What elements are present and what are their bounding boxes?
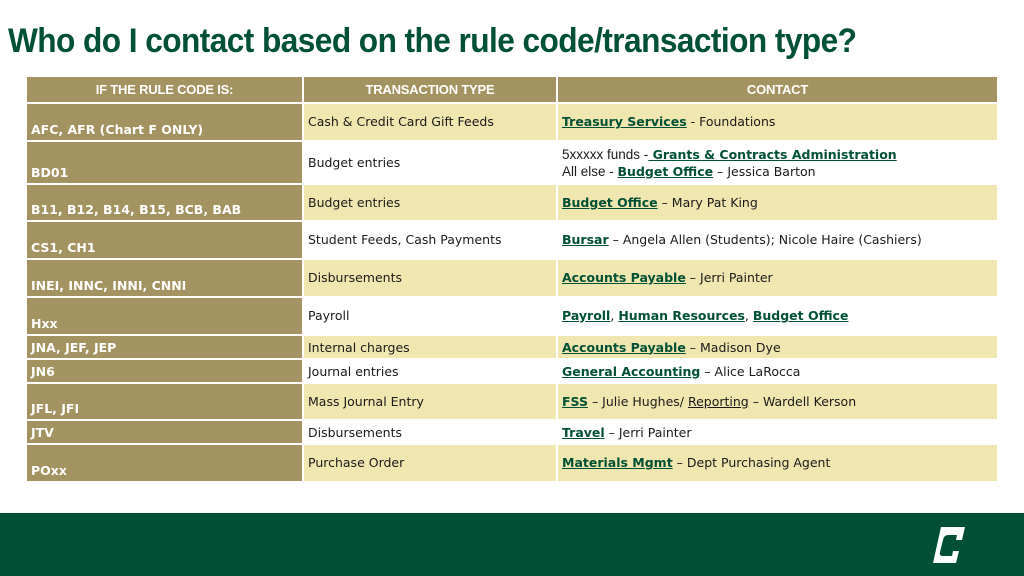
transaction-type-cell: Journal entries xyxy=(304,360,558,384)
contact-line-1: 5xxxxx funds - Grants & Contracts Admini… xyxy=(562,146,993,163)
human-resources-link[interactable]: Human Resources xyxy=(618,308,745,323)
contact-cell: 5xxxxx funds - Grants & Contracts Admini… xyxy=(558,142,997,185)
contact-detail: – Angela Allen (Students); Nicole Haire … xyxy=(608,232,922,247)
table-header-row: IF THE RULE CODE IS: TRANSACTION TYPE CO… xyxy=(27,77,997,104)
header-contact: CONTACT xyxy=(558,77,997,104)
contact-detail: – Alice LaRocca xyxy=(700,363,801,379)
table-row: JFL, JFI Mass Journal Entry FSS – Julie … xyxy=(27,384,997,421)
contact-detail: – Dept Purchasing Agent xyxy=(672,455,831,470)
contact-cell: Budget Office – Mary Pat King xyxy=(558,185,997,222)
contact-detail: – Madison Dye xyxy=(685,339,781,355)
transaction-type-cell: Internal charges xyxy=(304,336,558,360)
contact-prefix: 5xxxxx funds - xyxy=(562,146,649,162)
contact-cell: Accounts Payable – Madison Dye xyxy=(558,336,997,360)
rule-code-cell: INEI, INNC, INNI, CNNI xyxy=(27,260,304,298)
contact-cell: FSS – Julie Hughes/ Reporting – Wardell … xyxy=(558,384,997,421)
general-accounting-link[interactable]: General Accounting xyxy=(562,364,700,379)
contact-cell: Travel – Jerri Painter xyxy=(558,421,997,445)
slide-title: Who do I contact based on the rule code/… xyxy=(8,22,857,60)
table-row: BD01 Budget entries 5xxxxx funds - Grant… xyxy=(27,142,997,185)
contact-detail: – Jerri Painter xyxy=(685,270,773,285)
separator: , xyxy=(744,308,753,323)
contact-cell: General Accounting – Alice LaRocca xyxy=(558,360,997,384)
table-row: JNA, JEF, JEP Internal charges Accounts … xyxy=(27,336,997,360)
transaction-type-cell: Cash & Credit Card Gift Feeds xyxy=(304,104,558,142)
budget-office-link[interactable]: Budget Office xyxy=(753,308,849,323)
rule-code-cell: JTV xyxy=(27,421,304,445)
contact-cell: Materials Mgmt – Dept Purchasing Agent xyxy=(558,445,997,483)
contact-detail: - Foundations xyxy=(686,114,776,129)
transaction-type-cell: Student Feeds, Cash Payments xyxy=(304,222,558,260)
transaction-type-cell: Mass Journal Entry xyxy=(304,384,558,421)
header-rule-code: IF THE RULE CODE IS: xyxy=(27,77,304,104)
rule-code-cell: POxx xyxy=(27,445,304,483)
transaction-type-cell: Disbursements xyxy=(304,421,558,445)
table-row: AFC, AFR (Chart F ONLY) Cash & Credit Ca… xyxy=(27,104,997,142)
contact-detail: – Julie Hughes/ xyxy=(587,394,688,409)
fss-link[interactable]: FSS xyxy=(562,394,588,409)
contact-detail: – Jerri Painter xyxy=(604,424,692,440)
transaction-type-cell: Payroll xyxy=(304,298,558,336)
table-row: POxx Purchase Order Materials Mgmt – Dep… xyxy=(27,445,997,483)
rule-code-cell: JNA, JEF, JEP xyxy=(27,336,304,360)
table-row: INEI, INNC, INNI, CNNI Disbursements Acc… xyxy=(27,260,997,298)
unc-charlotte-c-logo-icon xyxy=(933,527,965,563)
accounts-payable-link[interactable]: Accounts Payable xyxy=(562,270,686,285)
rule-code-cell: CS1, CH1 xyxy=(27,222,304,260)
table-row: JTV Disbursements Travel – Jerri Painter xyxy=(27,421,997,445)
rule-code-cell: AFC, AFR (Chart F ONLY) xyxy=(27,104,304,142)
budget-office-link[interactable]: Budget Office xyxy=(562,195,658,210)
treasury-services-link[interactable]: Treasury Services xyxy=(562,114,687,129)
materials-mgmt-link[interactable]: Materials Mgmt xyxy=(562,455,673,470)
contact-detail: – Jessica Barton xyxy=(713,163,816,179)
table-row: B11, B12, B14, B15, BCB, BAB Budget entr… xyxy=(27,185,997,222)
reporting-link[interactable]: Reporting xyxy=(688,394,749,409)
contact-cell: Bursar – Angela Allen (Students); Nicole… xyxy=(558,222,997,260)
contact-prefix: All else - xyxy=(562,163,618,179)
contact-cell: Accounts Payable – Jerri Painter xyxy=(558,260,997,298)
footer-bar xyxy=(0,513,1024,576)
header-transaction-type: TRANSACTION TYPE xyxy=(304,77,558,104)
rule-code-cell: JN6 xyxy=(27,360,304,384)
bursar-link[interactable]: Bursar xyxy=(562,232,609,247)
travel-link[interactable]: Travel xyxy=(562,425,605,440)
contact-detail: – Mary Pat King xyxy=(657,195,758,210)
transaction-type-cell: Purchase Order xyxy=(304,445,558,483)
table-row: CS1, CH1 Student Feeds, Cash Payments Bu… xyxy=(27,222,997,260)
contact-cell: Payroll, Human Resources, Budget Office xyxy=(558,298,997,336)
table-row: Hxx Payroll Payroll, Human Resources, Bu… xyxy=(27,298,997,336)
accounts-payable-link[interactable]: Accounts Payable xyxy=(562,340,686,355)
grants-contracts-admin-link[interactable]: Grants & Contracts Administration xyxy=(648,147,897,162)
table-row: JN6 Journal entries General Accounting –… xyxy=(27,360,997,384)
rule-code-cell: Hxx xyxy=(27,298,304,336)
transaction-type-cell: Budget entries xyxy=(304,142,558,185)
rule-code-cell: JFL, JFI xyxy=(27,384,304,421)
contact-line-2: All else - Budget Office – Jessica Barto… xyxy=(562,163,993,180)
budget-office-link[interactable]: Budget Office xyxy=(618,164,714,179)
rule-code-contact-table: IF THE RULE CODE IS: TRANSACTION TYPE CO… xyxy=(27,77,997,483)
transaction-type-cell: Disbursements xyxy=(304,260,558,298)
contact-detail: – Wardell Kerson xyxy=(748,394,857,409)
rule-code-cell: B11, B12, B14, B15, BCB, BAB xyxy=(27,185,304,222)
payroll-link[interactable]: Payroll xyxy=(562,308,610,323)
transaction-type-cell: Budget entries xyxy=(304,185,558,222)
contact-cell: Treasury Services - Foundations xyxy=(558,104,997,142)
rule-code-cell: BD01 xyxy=(27,142,304,185)
